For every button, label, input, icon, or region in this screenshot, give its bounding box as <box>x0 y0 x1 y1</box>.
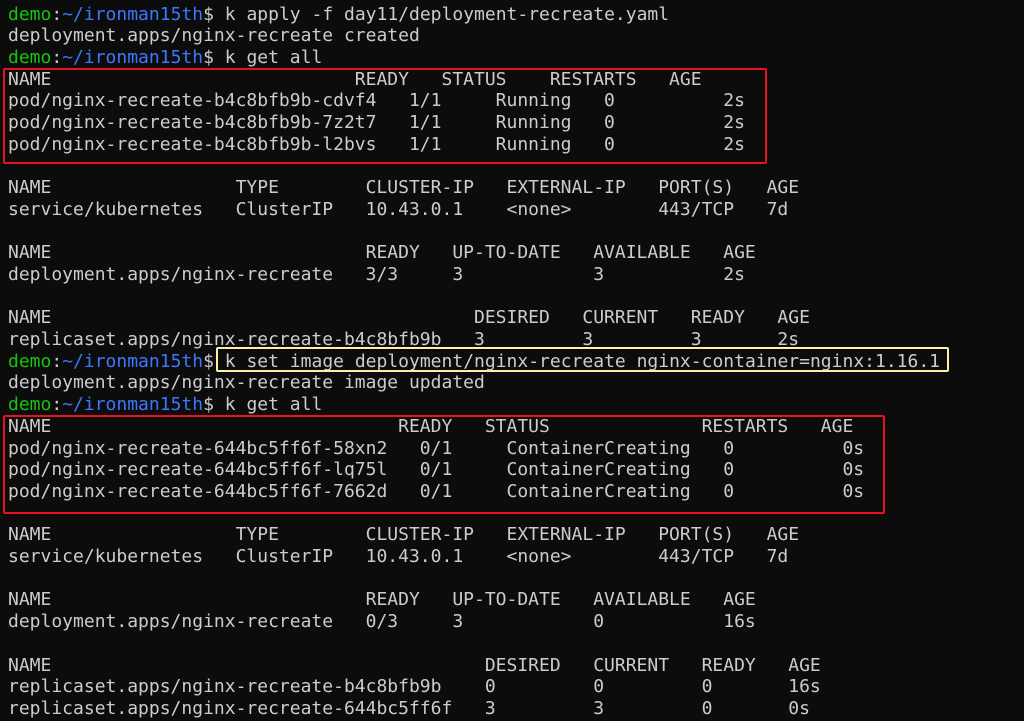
command-text: k set image deployment/nginx-recreate ng… <box>224 350 941 372</box>
output-line: NAME READY STATUS RESTARTS AGE <box>8 415 854 437</box>
output-line: NAME TYPE CLUSTER-IP EXTERNAL-IP PORT(S)… <box>8 177 800 199</box>
prompt-user: demo <box>8 394 52 416</box>
output-line: NAME READY UP-TO-DATE AVAILABLE AGE <box>8 242 756 264</box>
output-line: replicaset.apps/nginx-recreate-b4c8bfb9b… <box>8 329 800 350</box>
output-line: deployment.apps/nginx-recreate 0/3 3 0 1… <box>8 611 756 633</box>
prompt-path: ~/ironman15th <box>62 394 204 416</box>
output-line: service/kubernetes ClusterIP 10.43.0.1 <… <box>8 546 789 567</box>
command-text: k get all <box>224 394 323 416</box>
output-line: replicaset.apps/nginx-recreate-644bc5ff6… <box>8 697 810 719</box>
output-line: NAME READY STATUS RESTARTS AGE <box>8 68 702 90</box>
prompt-user: demo <box>8 3 52 25</box>
output-line: NAME READY UP-TO-DATE AVAILABLE AGE <box>8 589 756 611</box>
prompt-separator: : <box>51 350 63 372</box>
output-line: service/kubernetes ClusterIP 10.43.0.1 <… <box>8 198 789 220</box>
prompt-line: demo:~/ironman15th$ k apply -f day11/dep… <box>8 4 669 26</box>
prompt-line: demo:~/ironman15th$ k get all <box>8 394 322 416</box>
output-line: deployment.apps/nginx-recreate 3/3 3 3 2… <box>8 263 745 285</box>
output-line: deployment.apps/nginx-recreate created <box>8 25 420 47</box>
command-text: k apply -f day11/deployment-recreate.yam… <box>224 3 670 25</box>
output-line: pod/nginx-recreate-644bc5ff6f-lq75l 0/1 … <box>8 459 865 481</box>
prompt-line: demo:~/ironman15th$ k set image deployme… <box>8 351 940 373</box>
prompt-symbol: $ <box>203 46 225 68</box>
prompt-path: ~/ironman15th <box>62 46 204 68</box>
output-line: pod/nginx-recreate-b4c8bfb9b-cdvf4 1/1 R… <box>8 90 745 112</box>
prompt-separator: : <box>51 46 63 68</box>
prompt-symbol: $ <box>203 3 225 25</box>
command-text: k get all <box>224 46 323 68</box>
output-line: replicaset.apps/nginx-recreate-b4c8bfb9b… <box>8 676 821 698</box>
output-line: NAME DESIRED CURRENT READY AGE <box>8 654 821 676</box>
output-line: pod/nginx-recreate-644bc5ff6f-58xn2 0/1 … <box>8 437 865 459</box>
prompt-line: demo:~/ironman15th$ k get all <box>8 47 322 69</box>
output-line: deployment.apps/nginx-recreate image upd… <box>8 372 485 394</box>
terminal-window[interactable]: demo:~/ironman15th$ k apply -f day11/dep… <box>0 0 1024 721</box>
output-line: pod/nginx-recreate-644bc5ff6f-7662d 0/1 … <box>8 480 865 502</box>
prompt-user: demo <box>8 46 52 68</box>
output-line: NAME TYPE CLUSTER-IP EXTERNAL-IP PORT(S)… <box>8 524 800 546</box>
output-line: pod/nginx-recreate-b4c8bfb9b-l2bvs 1/1 R… <box>8 133 745 155</box>
prompt-symbol: $ <box>203 350 225 372</box>
prompt-symbol: $ <box>203 394 225 416</box>
output-line: pod/nginx-recreate-b4c8bfb9b-7z2t7 1/1 R… <box>8 112 745 133</box>
prompt-separator: : <box>51 394 63 416</box>
output-line: NAME DESIRED CURRENT READY AGE <box>8 307 810 329</box>
prompt-path: ~/ironman15th <box>62 3 204 25</box>
prompt-user: demo <box>8 350 52 372</box>
prompt-path: ~/ironman15th <box>62 350 204 372</box>
prompt-separator: : <box>51 3 63 25</box>
